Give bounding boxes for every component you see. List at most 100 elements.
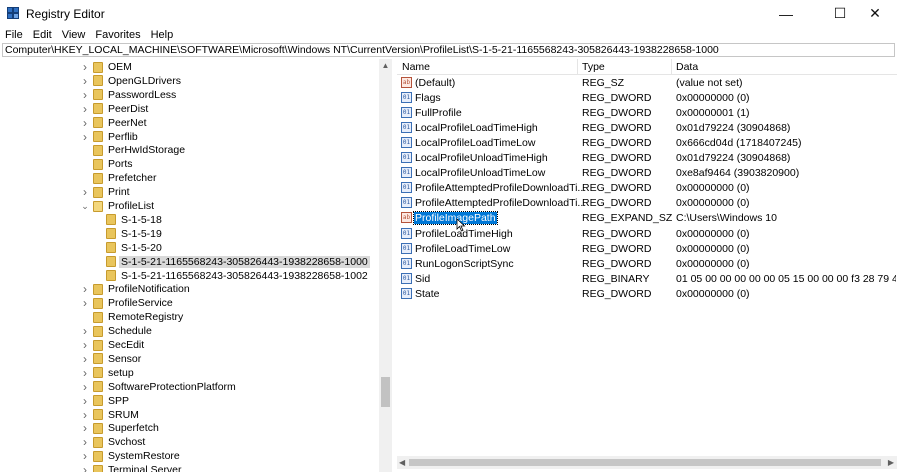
menu-help[interactable]: Help: [151, 29, 174, 41]
tree-item[interactable]: › PeerNet: [0, 116, 378, 130]
tree-item-label: ProfileService: [108, 297, 173, 310]
tree-item[interactable]: › setup: [0, 366, 378, 380]
tree-item[interactable]: › SoftwareProtectionPlatform: [0, 380, 378, 394]
chevron-right-icon[interactable]: ›: [80, 116, 90, 130]
chevron-right-icon[interactable]: ›: [80, 74, 90, 88]
chevron-right-icon[interactable]: ›: [80, 366, 90, 380]
chevron-right-icon[interactable]: ›: [80, 185, 90, 199]
chevron-right-icon[interactable]: ›: [80, 60, 90, 74]
tree-item[interactable]: RemoteRegistry: [0, 310, 378, 324]
tree-item[interactable]: ⌄ ProfileList: [0, 199, 378, 213]
chevron-down-icon[interactable]: ⌄: [80, 201, 90, 212]
tree-item[interactable]: › Perflib: [0, 130, 378, 144]
value-row[interactable]: 01 State REG_DWORD 0x00000000 (0): [397, 287, 897, 302]
value-row[interactable]: 01 RunLogonScriptSync REG_DWORD 0x00000000 …: [397, 257, 897, 272]
tree-item-label: Svchost: [108, 436, 146, 449]
value-row[interactable]: ab (Default) REG_SZ (value not set): [397, 76, 897, 91]
folder-icon: [106, 214, 116, 226]
tree-item[interactable]: › PeerDist: [0, 102, 378, 116]
list-horizontal-scrollbar[interactable]: ◀ ▶: [397, 456, 897, 469]
value-row[interactable]: 01 ProfileLoadTimeLow REG_DWORD 0x00000000 …: [397, 242, 897, 257]
chevron-right-icon[interactable]: ›: [80, 435, 90, 449]
column-header-type[interactable]: Type: [582, 61, 605, 73]
value-row[interactable]: 01 FullProfile REG_DWORD 0x00000001 (1): [397, 106, 897, 121]
scroll-right-arrow-icon[interactable]: ▶: [888, 456, 894, 469]
tree-item[interactable]: › OEM: [0, 60, 378, 74]
binary-value-icon: 01: [401, 137, 412, 149]
tree-item[interactable]: S-1-5-21-1165568243-305826443-1938228658…: [0, 269, 378, 283]
column-divider[interactable]: [577, 59, 578, 74]
tree-item[interactable]: Ports: [0, 157, 378, 171]
value-row[interactable]: 01 Flags REG_DWORD 0x00000000 (0): [397, 91, 897, 106]
chevron-right-icon[interactable]: ›: [80, 463, 90, 472]
folder-icon: [93, 144, 103, 156]
value-row[interactable]: 01 LocalProfileUnloadTimeHigh REG_DWORD 0x0…: [397, 151, 897, 166]
address-bar[interactable]: Computer\HKEY_LOCAL_MACHINE\SOFTWARE\Mic…: [2, 43, 895, 57]
value-row[interactable]: 01 LocalProfileLoadTimeHigh REG_DWORD 0x01d…: [397, 121, 897, 136]
chevron-right-icon[interactable]: ›: [80, 282, 90, 296]
tree-item[interactable]: › Svchost: [0, 435, 378, 449]
value-row[interactable]: 01 ProfileAttemptedProfileDownloadTi... RE…: [397, 181, 897, 196]
value-name: RunLogonScriptSync: [415, 257, 514, 270]
chevron-right-icon[interactable]: ›: [80, 130, 90, 144]
tree-item[interactable]: › Superfetch: [0, 421, 378, 435]
value-row[interactable]: 01 ProfileAttemptedProfileDownloadTi... RE…: [397, 196, 897, 211]
value-row[interactable]: 01 ProfileLoadTimeHigh REG_DWORD 0x00000000…: [397, 227, 897, 242]
column-header-name[interactable]: Name: [402, 61, 430, 73]
value-type: REG_DWORD: [582, 257, 652, 270]
tree-item[interactable]: › SystemRestore: [0, 449, 378, 463]
value-row[interactable]: 01 LocalProfileUnloadTimeLow REG_DWORD 0xe8…: [397, 166, 897, 181]
tree-item[interactable]: › Terminal Server: [0, 463, 378, 472]
tree-item[interactable]: › ProfileService: [0, 296, 378, 310]
tree-item[interactable]: › Schedule: [0, 324, 378, 338]
column-divider[interactable]: [671, 59, 672, 74]
tree-scroll-thumb[interactable]: [381, 377, 390, 407]
chevron-right-icon[interactable]: ›: [80, 449, 90, 463]
tree-item[interactable]: S-1-5-19: [0, 227, 378, 241]
tree-item[interactable]: S-1-5-18: [0, 213, 378, 227]
value-name: ProfileAttemptedProfileDownloadTi...: [415, 182, 587, 195]
tree-item[interactable]: › PasswordLess: [0, 88, 378, 102]
menu-favorites[interactable]: Favorites: [95, 29, 140, 41]
value-row[interactable]: 01 LocalProfileLoadTimeLow REG_DWORD 0x666c…: [397, 136, 897, 151]
tree-item-label: S-1-5-19: [121, 227, 162, 240]
chevron-right-icon[interactable]: ›: [80, 408, 90, 422]
chevron-right-icon[interactable]: ›: [80, 394, 90, 408]
minimize-button[interactable]: —: [764, 0, 808, 27]
menu-file[interactable]: File: [5, 29, 23, 41]
chevron-right-icon[interactable]: ›: [80, 102, 90, 116]
tree-item[interactable]: › SRUM: [0, 408, 378, 422]
window-title: Registry Editor: [26, 7, 105, 21]
value-row[interactable]: ab ProfileImagePath REG_EXPAND_SZ C:\Users\…: [397, 211, 897, 226]
tree-item[interactable]: PerHwIdStorage: [0, 143, 378, 157]
tree-item-label: S-1-5-21-1165568243-305826443-1938228658…: [121, 269, 368, 282]
list-scroll-thumb[interactable]: [409, 459, 881, 466]
chevron-right-icon[interactable]: ›: [80, 352, 90, 366]
value-row[interactable]: 01 Sid REG_BINARY 01 05 00 00 00 00 00 05 1…: [397, 272, 897, 287]
binary-value-icon: 01: [401, 107, 412, 119]
chevron-right-icon[interactable]: ›: [80, 296, 90, 310]
tree-item[interactable]: › Sensor: [0, 352, 378, 366]
tree-item[interactable]: › Print: [0, 185, 378, 199]
tree-item[interactable]: S-1-5-20: [0, 241, 378, 255]
chevron-right-icon[interactable]: ›: [80, 380, 90, 394]
tree-item[interactable]: Prefetcher: [0, 171, 378, 185]
scroll-left-arrow-icon[interactable]: ◀: [399, 456, 405, 469]
chevron-right-icon[interactable]: ›: [80, 324, 90, 338]
chevron-right-icon[interactable]: ›: [80, 421, 90, 435]
tree-item[interactable]: › ProfileNotification: [0, 282, 378, 296]
value-data: 0x00000000 (0): [676, 227, 750, 240]
tree-item[interactable]: S-1-5-21-1165568243-305826443-1938228658…: [0, 255, 378, 269]
tree-item[interactable]: › SPP: [0, 394, 378, 408]
menu-edit[interactable]: Edit: [33, 29, 52, 41]
column-header-data[interactable]: Data: [676, 61, 698, 73]
tree-item[interactable]: › SecEdit: [0, 338, 378, 352]
tree-item[interactable]: › OpenGLDrivers: [0, 74, 378, 88]
chevron-right-icon[interactable]: ›: [80, 88, 90, 102]
tree-vertical-scrollbar[interactable]: ▲: [379, 59, 392, 472]
close-button[interactable]: ✕: [853, 0, 897, 27]
binary-value-icon: 01: [401, 287, 412, 299]
chevron-right-icon[interactable]: ›: [80, 338, 90, 352]
menu-view[interactable]: View: [62, 29, 86, 41]
scroll-up-arrow-icon[interactable]: ▲: [379, 59, 392, 72]
